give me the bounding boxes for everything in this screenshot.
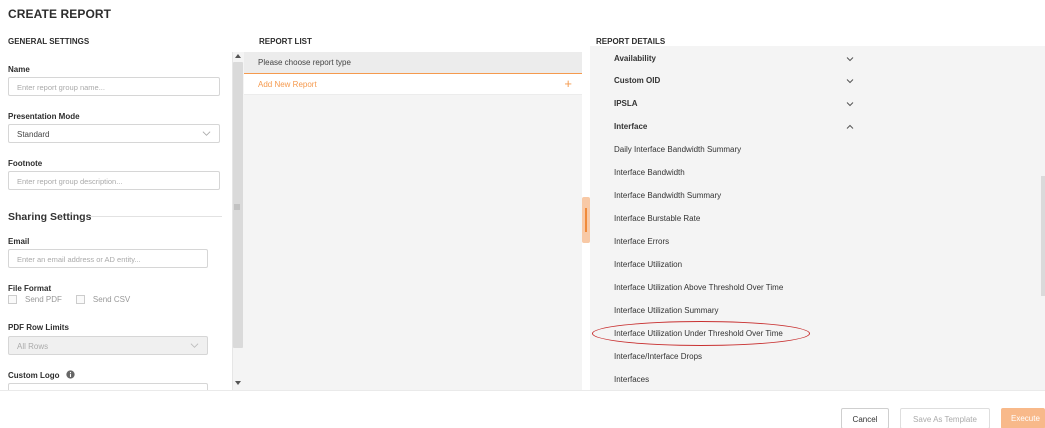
report-item[interactable]: Interface Utilization Summary	[614, 306, 718, 315]
send-csv-checkbox[interactable]	[75, 295, 85, 304]
report-item[interactable]: Interface Utilization Above Threshold Ov…	[614, 283, 783, 292]
sharing-divider	[88, 216, 222, 217]
email-input[interactable]: Enter an email address or AD entity...	[8, 249, 208, 268]
plus-icon[interactable]: +	[564, 76, 572, 91]
email-label: Email	[8, 237, 30, 246]
cancel-button[interactable]: Cancel	[841, 408, 889, 428]
pdf-row-limits-select[interactable]: All Rows	[8, 336, 208, 355]
report-type-placeholder[interactable]: Please choose report type	[244, 52, 582, 73]
sharing-settings-title: Sharing Settings	[8, 211, 92, 223]
footer-divider	[0, 390, 1045, 391]
right-scrollbar[interactable]	[1041, 176, 1045, 296]
presentation-mode-label: Presentation Mode	[8, 112, 80, 121]
custom-logo-label: Custom Logo	[8, 370, 75, 380]
pdf-row-limits-value: All Rows	[17, 342, 49, 351]
presentation-mode-value: Standard	[17, 130, 50, 139]
create-report-page: CREATE REPORT GENERAL SETTINGS REPORT LI…	[0, 0, 1045, 428]
add-new-report-label: Add New Report	[258, 80, 317, 89]
page-title: CREATE REPORT	[8, 7, 112, 21]
name-input[interactable]: Enter report group name...	[8, 77, 220, 96]
report-item[interactable]: Interface Burstable Rate	[614, 214, 700, 223]
presentation-mode-select[interactable]: Standard	[8, 124, 220, 143]
report-item[interactable]: Interface Utilization	[614, 260, 682, 269]
chevron-down-icon[interactable]	[846, 55, 854, 63]
info-icon[interactable]	[66, 370, 75, 379]
custom-logo-text: Custom Logo	[8, 371, 60, 380]
save-as-template-button[interactable]: Save As Template	[900, 408, 990, 428]
resize-grip	[585, 208, 587, 232]
chevron-down-icon[interactable]	[846, 100, 854, 108]
execute-button[interactable]: Execute	[1001, 408, 1045, 428]
report-item[interactable]: Interface Bandwidth	[614, 168, 685, 177]
category-interface[interactable]: Interface	[614, 122, 647, 131]
general-settings-heading: GENERAL SETTINGS	[8, 37, 90, 46]
report-item[interactable]: Interface Errors	[614, 237, 669, 246]
chevron-up-icon[interactable]	[846, 123, 854, 131]
file-format-label: File Format	[8, 284, 52, 293]
report-list-heading: REPORT LIST	[259, 37, 312, 46]
scroll-up-arrow-icon[interactable]	[235, 53, 241, 59]
add-new-report-row[interactable]: Add New Report +	[244, 73, 582, 95]
chevron-down-icon	[190, 343, 199, 348]
scroll-grip-icon	[234, 204, 240, 210]
report-item[interactable]: Interfaces	[614, 375, 649, 384]
pdf-row-limits-label: PDF Row Limits	[8, 323, 69, 332]
category-custom-oid[interactable]: Custom OID	[614, 76, 660, 85]
file-format-options: Send PDF Send CSV	[8, 295, 130, 304]
category-ipsla[interactable]: IPSLA	[614, 99, 638, 108]
general-settings-panel: Name Enter report group name... Presenta…	[0, 52, 232, 390]
scroll-down-arrow-icon[interactable]	[235, 380, 241, 386]
chevron-down-icon	[202, 131, 211, 136]
report-item[interactable]: Interface/Interface Drops	[614, 352, 702, 361]
footnote-label: Footnote	[8, 159, 43, 168]
send-csv-label: Send CSV	[92, 295, 131, 304]
report-list-panel: Please choose report type Add New Report…	[244, 52, 582, 390]
send-pdf-label: Send PDF	[25, 295, 62, 304]
name-label: Name	[8, 65, 30, 74]
custom-logo-select[interactable]	[8, 383, 208, 390]
category-availability[interactable]: Availability	[614, 54, 656, 63]
footnote-input[interactable]: Enter report group description...	[8, 171, 220, 190]
report-item[interactable]: Daily Interface Bandwidth Summary	[614, 145, 741, 154]
chevron-down-icon[interactable]	[846, 77, 854, 85]
highlight-annotation	[592, 321, 810, 346]
report-item[interactable]: Interface Bandwidth Summary	[614, 191, 721, 200]
send-pdf-checkbox[interactable]	[8, 295, 17, 304]
report-details-heading: REPORT DETAILS	[596, 37, 666, 46]
